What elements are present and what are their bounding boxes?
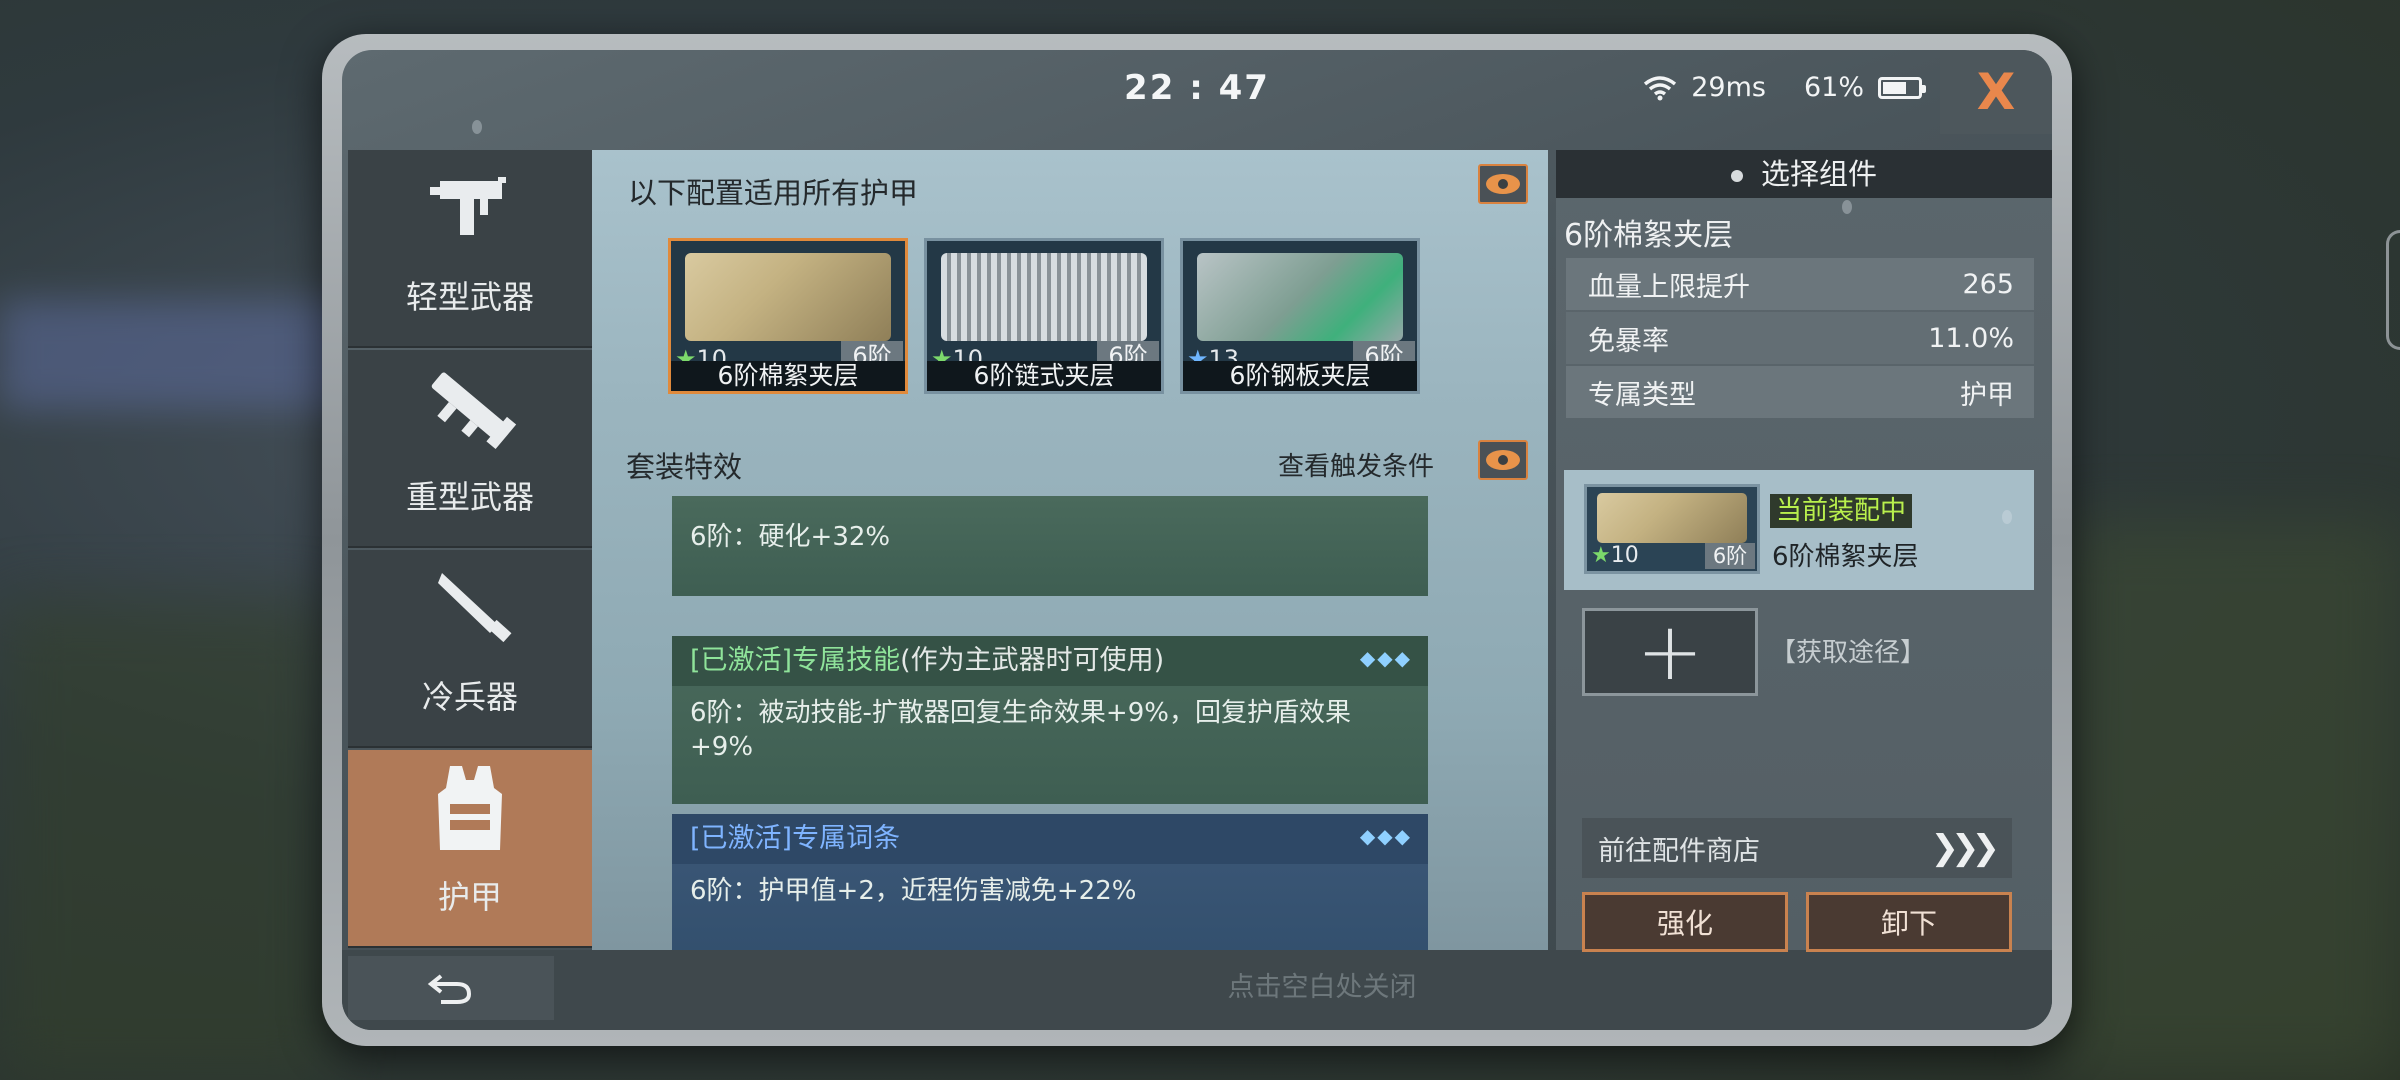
tablet-screen[interactable]: 22 : 47 29ms 61% X 轻型武器 重型武器 冷兵器 护甲 点击空白… <box>342 50 2052 1030</box>
effect-hardening: 6阶：硬化+32% <box>672 496 1428 596</box>
preview-button[interactable] <box>1478 164 1528 204</box>
tab-melee-weapons[interactable]: 冷兵器 <box>348 550 592 748</box>
enhance-button[interactable]: 强化 <box>1582 892 1788 952</box>
tier-badge: 6阶 <box>1705 543 1755 569</box>
equipped-component-card: ★10 6阶 <box>1584 484 1760 574</box>
component-card-cotton[interactable]: ★10 6阶 6阶棉絮夹层 <box>668 238 908 394</box>
back-button[interactable] <box>348 956 554 1020</box>
close-icon: X <box>1976 63 2016 121</box>
tab-label: 护甲 <box>437 878 502 916</box>
get-way-link[interactable]: 【获取途径】 <box>1770 632 1926 669</box>
effect-exclusive-attribute: [已激活]专属词条 ◆◆◆ 6阶：护甲值+2，近程伤害减免+22% <box>672 814 1428 950</box>
more-icon[interactable]: ◆◆◆ <box>1360 824 1412 848</box>
component-card-chain[interactable]: ★10 6阶 6阶链式夹层 <box>924 238 1164 394</box>
triple-chevron-icon: ❯❯❯ <box>1930 828 2001 868</box>
effect-text: 6阶：被动技能-扩散器回复生命效果+9%，回复护盾效果+9% <box>690 698 1351 762</box>
tap-to-close-hint[interactable]: 点击空白处关闭 <box>592 956 2052 1020</box>
tablet-frame: 22 : 47 29ms 61% X 轻型武器 重型武器 冷兵器 护甲 点击空白… <box>322 34 2072 1046</box>
go-to-parts-shop-button[interactable]: 前往配件商店 ❯❯❯ <box>1582 818 2012 878</box>
stat-row: 专属类型 护甲 <box>1566 366 2034 418</box>
steel-layer-icon <box>1197 253 1403 341</box>
cotton-layer-icon <box>685 253 891 341</box>
battery-percent: 61% <box>1803 72 1864 103</box>
component-card-steel[interactable]: ★13 6阶 6阶钢板夹层 <box>1180 238 1420 394</box>
eye-icon <box>1486 450 1520 470</box>
set-effects-title: 套装特效 <box>626 450 743 484</box>
battery-icon <box>1878 76 1926 99</box>
cotton-layer-icon <box>1597 493 1747 543</box>
unequip-button[interactable]: 卸下 <box>1806 892 2012 952</box>
water-droplet <box>472 120 482 134</box>
launcher-icon <box>415 358 525 458</box>
close-button[interactable]: X <box>1940 50 2052 134</box>
view-trigger-conditions-link[interactable]: 查看触发条件 <box>1278 446 1434 483</box>
effect-header: [已激活]专属词条 <box>672 814 1428 864</box>
tab-armor[interactable]: 护甲 <box>348 750 592 948</box>
equipped-badge: 当前装配中 <box>1770 494 1913 528</box>
component-name: 6阶棉絮夹层 <box>1564 218 1734 253</box>
plus-icon: + <box>1636 605 1704 698</box>
card-name: 6阶钢板夹层 <box>1183 361 1417 391</box>
bullet-icon <box>1730 170 1743 182</box>
add-component-slot[interactable]: + <box>1582 608 1758 696</box>
water-droplet <box>2002 510 2012 524</box>
more-icon[interactable]: ◆◆◆ <box>1360 646 1412 670</box>
card-name: 6阶链式夹层 <box>927 361 1161 391</box>
equipped-slot[interactable]: ★10 6阶 当前装配中 6阶棉絮夹层 <box>1564 470 2034 590</box>
effect-text: 6阶：硬化+32% <box>690 522 891 552</box>
background-blur <box>0 600 330 1080</box>
smg-icon <box>415 158 525 258</box>
config-title: 以下配置适用所有护甲 <box>628 176 919 210</box>
knife-icon <box>415 558 525 658</box>
tab-label: 冷兵器 <box>421 678 518 716</box>
effect-header: [已激活]专属技能(作为主武器时可使用) <box>672 636 1428 686</box>
panel-header: 选择组件 <box>1556 150 2052 198</box>
background-blur <box>2060 520 2400 1080</box>
status-indicators: 29ms 61% <box>1643 72 1926 103</box>
background-blur <box>0 300 360 410</box>
chain-layer-icon <box>941 253 1147 341</box>
effect-text: 6阶：护甲值+2，近程伤害减免+22% <box>690 876 1137 906</box>
tab-light-weapons[interactable]: 轻型武器 <box>348 150 592 348</box>
stat-row: 血量上限提升 265 <box>1566 258 2034 310</box>
side-handle <box>2386 230 2400 350</box>
tab-label: 重型武器 <box>405 478 534 516</box>
wifi-icon <box>1643 75 1677 101</box>
ping-text: 29ms <box>1691 72 1766 103</box>
trigger-conditions-button[interactable] <box>1478 440 1528 480</box>
status-bar: 22 : 47 29ms 61% X <box>342 50 2052 134</box>
back-arrow-icon <box>427 974 472 1004</box>
water-droplet <box>1842 200 1852 214</box>
effect-exclusive-skill: [已激活]专属技能(作为主武器时可使用) ◆◆◆ 6阶：被动技能-扩散器回复生命… <box>672 636 1428 804</box>
tab-heavy-weapons[interactable]: 重型武器 <box>348 350 592 548</box>
tab-label: 轻型武器 <box>405 278 534 316</box>
armor-config-panel: 以下配置适用所有护甲 ★10 6阶 6阶棉絮夹层 ★10 6阶 6阶链式夹层 ★… <box>592 150 1548 950</box>
category-tabs: 轻型武器 重型武器 冷兵器 护甲 <box>348 150 592 950</box>
eye-icon <box>1486 174 1520 194</box>
star-level: ★10 <box>1591 543 1639 568</box>
stat-row: 免暴率 11.0% <box>1566 312 2034 364</box>
equipped-name: 6阶棉絮夹层 <box>1772 542 1919 572</box>
vest-icon <box>415 758 525 858</box>
stats-list: 血量上限提升 265 免暴率 11.0% 专属类型 护甲 <box>1566 258 2034 420</box>
component-select-panel: 选择组件 6阶棉絮夹层 血量上限提升 265 免暴率 11.0% 专属类型 护甲 ★1… <box>1556 150 2052 952</box>
card-name: 6阶棉絮夹层 <box>671 361 905 391</box>
